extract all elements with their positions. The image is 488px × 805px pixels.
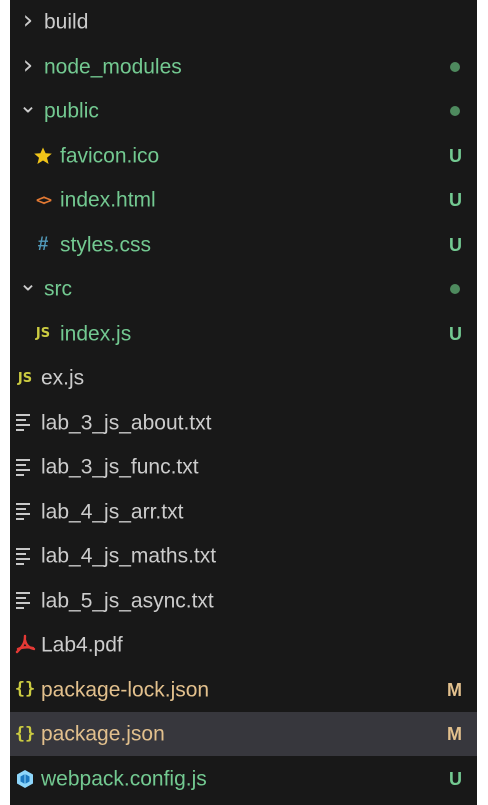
git-status-badge: M	[447, 679, 462, 700]
git-status-dot	[450, 61, 460, 72]
tree-item-label: lab_3_js_about.txt	[41, 411, 212, 434]
tree-file-row[interactable]: Lab4.pdf	[10, 623, 477, 667]
tree-file-row[interactable]: lab_4_js_arr.txt	[10, 490, 477, 534]
json-braces-icon: {}	[14, 723, 36, 744]
text-file-icon	[14, 501, 38, 523]
js-file-icon: JS	[35, 326, 51, 341]
tree-file-row[interactable]: favicon.ico U	[10, 134, 477, 178]
tree-file-row[interactable]: {} package-lock.json M	[10, 668, 477, 712]
tree-item-label: styles.css	[60, 233, 152, 256]
tree-folder-row[interactable]: ⌄ public	[10, 89, 477, 133]
text-file-icon	[14, 545, 38, 567]
tree-file-row[interactable]: {} package.json M	[10, 712, 477, 756]
git-status-dot	[450, 106, 460, 116]
git-status-badge: U	[449, 234, 462, 255]
tree-file-row[interactable]: lab_4_js_maths.txt	[10, 534, 477, 578]
star-icon	[32, 145, 54, 167]
tree-folder-row[interactable]: ⌄ src	[10, 267, 477, 311]
chevron-down-icon[interactable]: ⌄	[18, 95, 38, 118]
tree-file-row[interactable]: <> index.html U	[10, 178, 477, 222]
tree-item-label: Lab4.pdf	[41, 633, 123, 657]
tree-file-row[interactable]: # styles.css U	[10, 223, 477, 267]
html-code-icon: <>	[35, 190, 52, 209]
tree-item-label: lab_5_js_async.txt	[41, 589, 214, 612]
git-status-badge: M	[447, 724, 462, 744]
git-status-badge: U	[449, 190, 462, 210]
tree-file-row[interactable]: webpack.config.js U	[10, 757, 477, 801]
tree-folder-row[interactable]: › build	[10, 0, 477, 44]
tree-item-label: package.json	[41, 722, 165, 746]
js-file-icon: JS	[17, 370, 33, 386]
tree-item-label: public	[44, 99, 99, 123]
git-status-badge: U	[449, 145, 462, 166]
tree-folder-row[interactable]: › node_modules	[10, 45, 477, 89]
tree-item-label: lab_3_js_func.txt	[41, 455, 199, 479]
tree-item-label: lab_4_js_maths.txt	[41, 544, 217, 568]
tree-item-label: ex.js	[41, 366, 85, 390]
tree-item-label: build	[44, 10, 89, 34]
file-explorer: › build › node_modules ⌄ public favicon.ico U <>…	[10, 0, 477, 805]
text-file-icon	[14, 456, 38, 478]
chevron-right-icon[interactable]: ›	[18, 52, 38, 78]
git-status-dot	[450, 284, 460, 294]
chevron-right-icon[interactable]: ›	[18, 7, 38, 33]
tree-item-label: lab_4_js_arr.txt	[41, 500, 184, 523]
tree-item-label: package-lock.json	[41, 678, 210, 701]
tree-file-row[interactable]: lab_3_js_func.txt	[10, 445, 477, 489]
webpack-icon	[14, 768, 36, 790]
tree-file-row[interactable]: JS ex.js	[10, 356, 477, 400]
pdf-icon	[14, 634, 36, 656]
tree-item-label: node_modules	[44, 55, 182, 78]
text-file-icon	[14, 590, 38, 612]
tree-item-label: favicon.ico	[60, 144, 160, 167]
css-hash-icon: #	[37, 234, 49, 255]
tree-file-row[interactable]: lab_5_js_async.txt	[10, 579, 477, 623]
tree-item-label: webpack.config.js	[41, 767, 207, 790]
json-braces-icon: {}	[14, 679, 36, 699]
tree-item-label: src	[44, 277, 72, 301]
text-file-icon	[14, 412, 38, 434]
chevron-down-icon[interactable]: ⌄	[18, 273, 38, 296]
tree-file-row[interactable]: JS index.js U	[10, 312, 477, 356]
git-status-badge: U	[449, 768, 462, 789]
tree-item-label: index.js	[60, 322, 132, 345]
tree-item-label: index.html	[60, 188, 156, 212]
tree-file-row[interactable]: lab_3_js_about.txt	[10, 401, 477, 445]
git-status-badge: U	[449, 323, 462, 344]
